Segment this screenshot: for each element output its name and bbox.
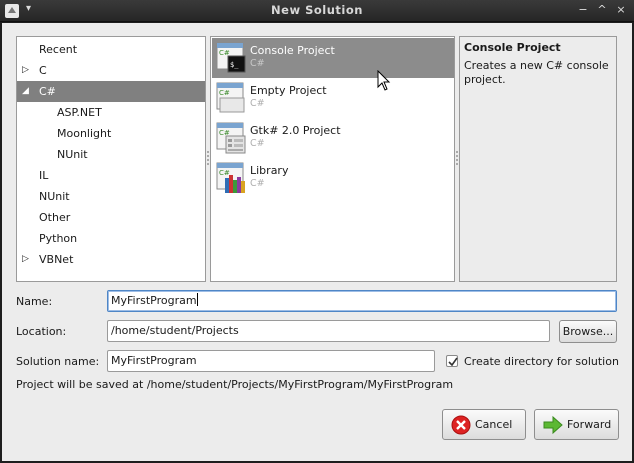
- tree-item-c[interactable]: ▷ C: [17, 60, 205, 81]
- forward-button-label: Forward: [567, 418, 612, 431]
- empty-project-icon: C#: [216, 82, 245, 113]
- expander-collapsed-icon[interactable]: ▷: [22, 60, 29, 81]
- create-directory-checkbox[interactable]: [446, 355, 458, 367]
- svg-text:C#: C#: [219, 89, 230, 97]
- tree-item-nunit[interactable]: NUnit: [17, 186, 205, 207]
- name-label-text: Name:: [16, 295, 53, 308]
- mouse-pointer-icon: [377, 70, 391, 91]
- template-language: C#: [250, 178, 265, 189]
- dialog-body: Recent ▷ C ◢ C# ASP.NET Moonlight NUnit …: [2, 23, 632, 461]
- tree-item-vbnet[interactable]: ▷ VBNet: [17, 249, 205, 270]
- template-name: Gtk# 2.0 Project: [250, 124, 341, 137]
- template-language: C#: [250, 98, 265, 109]
- expander-expanded-icon[interactable]: ◢: [22, 81, 29, 102]
- cancel-icon: [451, 415, 471, 435]
- template-library[interactable]: C# Library C#: [212, 158, 454, 198]
- tree-item-label: Other: [39, 211, 71, 224]
- tree-item-label: VBNet: [39, 253, 74, 266]
- tree-item-label: NUnit: [57, 148, 88, 161]
- template-gtk-project[interactable]: C# Gtk# 2.0 Project C#: [212, 118, 454, 158]
- tree-item-python[interactable]: Python: [17, 228, 205, 249]
- name-label: Name:: [16, 295, 52, 308]
- category-tree[interactable]: Recent ▷ C ◢ C# ASP.NET Moonlight NUnit …: [16, 36, 206, 282]
- template-name: Library: [250, 164, 289, 177]
- tree-item-label: C#: [39, 85, 56, 98]
- window-title: New Solution: [271, 3, 363, 17]
- cancel-button-label: Cancel: [475, 418, 513, 431]
- library-project-icon: C#: [216, 162, 245, 193]
- tree-item-csharp-nunit[interactable]: NUnit: [17, 144, 205, 165]
- tree-item-moonlight[interactable]: Moonlight: [17, 123, 205, 144]
- project-template-list[interactable]: C# $_ Console Project C# C# Empty Projec…: [210, 36, 455, 282]
- tree-item-aspnet[interactable]: ASP.NET: [17, 102, 205, 123]
- tree-item-il[interactable]: IL: [17, 165, 205, 186]
- tree-item-label: ASP.NET: [57, 106, 102, 119]
- tree-item-label: IL: [39, 169, 49, 182]
- description-text: Creates a new C# console project.: [464, 59, 609, 86]
- forward-button[interactable]: Forward: [534, 409, 619, 440]
- tree-item-csharp[interactable]: ◢ C#: [17, 81, 205, 102]
- tree-item-other[interactable]: Other: [17, 207, 205, 228]
- solution-name-input[interactable]: MyFirstProgram: [107, 350, 435, 372]
- close-button[interactable]: ×: [614, 2, 628, 18]
- description-title: Console Project: [464, 41, 561, 54]
- create-directory-label[interactable]: Create directory for solution: [464, 355, 619, 368]
- template-empty-project[interactable]: C# Empty Project C#: [212, 78, 454, 118]
- tree-item-label: C: [39, 64, 47, 77]
- location-input[interactable]: /home/student/Projects: [107, 320, 550, 342]
- tree-item-recent[interactable]: Recent: [17, 39, 205, 60]
- forward-arrow-icon: [543, 415, 563, 435]
- tree-item-label: NUnit: [39, 190, 70, 203]
- maximize-button[interactable]: ^: [595, 2, 609, 18]
- save-path-text: Project will be saved at /home/student/P…: [16, 378, 454, 391]
- svg-text:$_: $_: [230, 61, 239, 69]
- title-bar: ▾ New Solution − ^ ×: [0, 0, 634, 22]
- tree-item-label: Moonlight: [57, 127, 112, 140]
- expander-collapsed-icon[interactable]: ▷: [22, 249, 29, 270]
- browse-button[interactable]: Browse...: [559, 320, 617, 343]
- template-description-panel: Console Project Creates a new C# console…: [459, 36, 617, 282]
- text-caret: [196, 293, 198, 306]
- tree-item-label: Python: [39, 232, 78, 245]
- console-project-icon: C# $_: [216, 42, 246, 73]
- template-language: C#: [250, 58, 265, 69]
- checkmark-icon: [448, 357, 458, 367]
- name-input-value: MyFirstProgram: [111, 294, 197, 307]
- template-language: C#: [250, 138, 265, 149]
- minimize-button[interactable]: −: [576, 2, 590, 18]
- gtk-project-icon: C#: [216, 122, 246, 154]
- cancel-button[interactable]: Cancel: [442, 409, 526, 440]
- template-name: Empty Project: [250, 84, 327, 97]
- location-label: Location:: [16, 325, 67, 338]
- svg-text:C#: C#: [219, 169, 230, 177]
- tree-item-label: Recent: [39, 43, 78, 56]
- name-input[interactable]: MyFirstProgram: [107, 290, 617, 312]
- template-name: Console Project: [250, 44, 335, 57]
- solution-name-label: Solution name:: [16, 355, 100, 368]
- template-console-project[interactable]: C# $_ Console Project C#: [212, 38, 454, 78]
